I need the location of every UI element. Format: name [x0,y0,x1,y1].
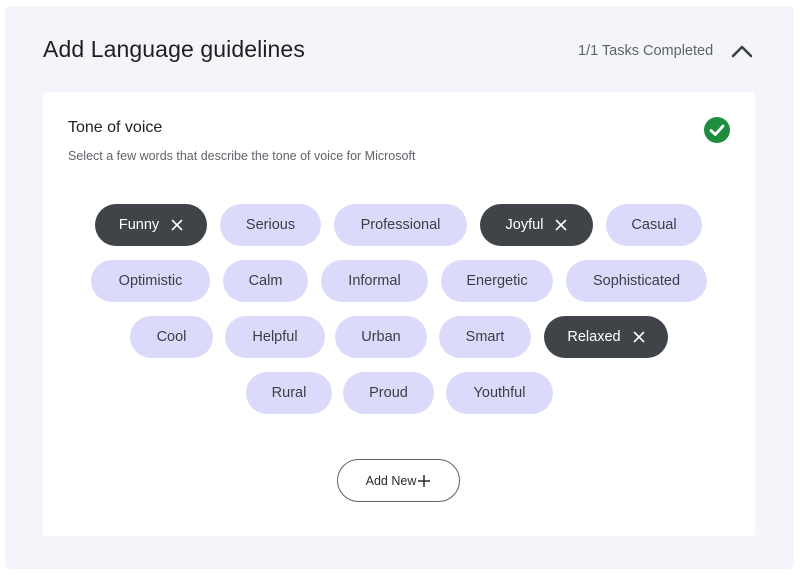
chip-label: Energetic [466,273,528,289]
chip-calm[interactable]: Calm [223,260,308,302]
chip-label: Helpful [252,329,298,345]
chip-youthful[interactable]: Youthful [446,372,553,414]
chip-relaxed[interactable]: Relaxed [544,316,668,358]
page-title: Add Language guidelines [43,36,305,62]
chip-label: Casual [631,217,677,233]
guidelines-panel: Add Language guidelines 1/1 Tasks Comple… [5,6,794,569]
chip-funny[interactable]: Funny [95,204,207,246]
remove-relaxed-icon[interactable] [633,331,645,343]
chip-serious[interactable]: Serious [220,204,321,246]
chip-label: Proud [369,385,408,401]
collapse-button[interactable] [727,36,757,66]
chip-label: Youthful [473,385,526,401]
chip-label: Funny [118,217,160,233]
chip-label: Professional [360,217,441,233]
tasks-status: 1/1 Tasks Completed [578,43,714,59]
chip-energetic[interactable]: Energetic [441,260,553,302]
chip-label: Optimistic [118,273,183,289]
chip-label: Smart [465,329,505,345]
chip-label: Serious [245,217,296,233]
chip-joyful[interactable]: Joyful [480,204,593,246]
remove-funny-icon[interactable] [171,219,183,231]
section-subtitle: Select a few words that describe the ton… [68,149,416,163]
chip-label: Informal [348,273,401,289]
chip-informal[interactable]: Informal [321,260,428,302]
plus-icon [418,474,431,487]
tone-of-voice-card: Tone of voice Select a few words that de… [43,92,755,536]
section-title: Tone of voice [68,119,163,136]
chip-label: Relaxed [567,329,621,345]
chip-cool[interactable]: Cool [130,316,213,358]
chip-label: Joyful [505,217,544,233]
chip-helpful[interactable]: Helpful [225,316,325,358]
chip-rural[interactable]: Rural [246,372,332,414]
chip-smart[interactable]: Smart [439,316,531,358]
chip-professional[interactable]: Professional [334,204,467,246]
check-circle-icon [704,117,730,143]
remove-joyful-icon[interactable] [555,219,567,231]
chip-proud[interactable]: Proud [343,372,434,414]
chip-label: Calm [248,273,283,289]
chip-label: Rural [271,385,307,401]
add-new-label: Add New [365,473,417,488]
chip-label: Sophisticated [592,273,681,289]
add-new-button[interactable]: Add New [337,459,460,502]
chip-casual[interactable]: Casual [606,204,702,246]
chip-sophisticated[interactable]: Sophisticated [566,260,707,302]
chip-label: Cool [156,329,187,345]
chip-label: Urban [361,329,401,345]
chip-urban[interactable]: Urban [335,316,427,358]
chip-optimistic[interactable]: Optimistic [91,260,210,302]
chevron-up-icon [731,45,753,58]
